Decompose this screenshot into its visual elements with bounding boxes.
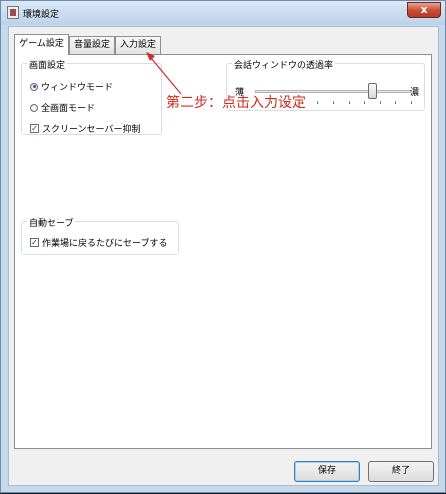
settings-window: 環境設定 x ゲーム設定 音量設定 入力設定 画面設定 ウィンドウモード 全画面… [0,0,446,493]
annotation-arrow [146,52,182,95]
